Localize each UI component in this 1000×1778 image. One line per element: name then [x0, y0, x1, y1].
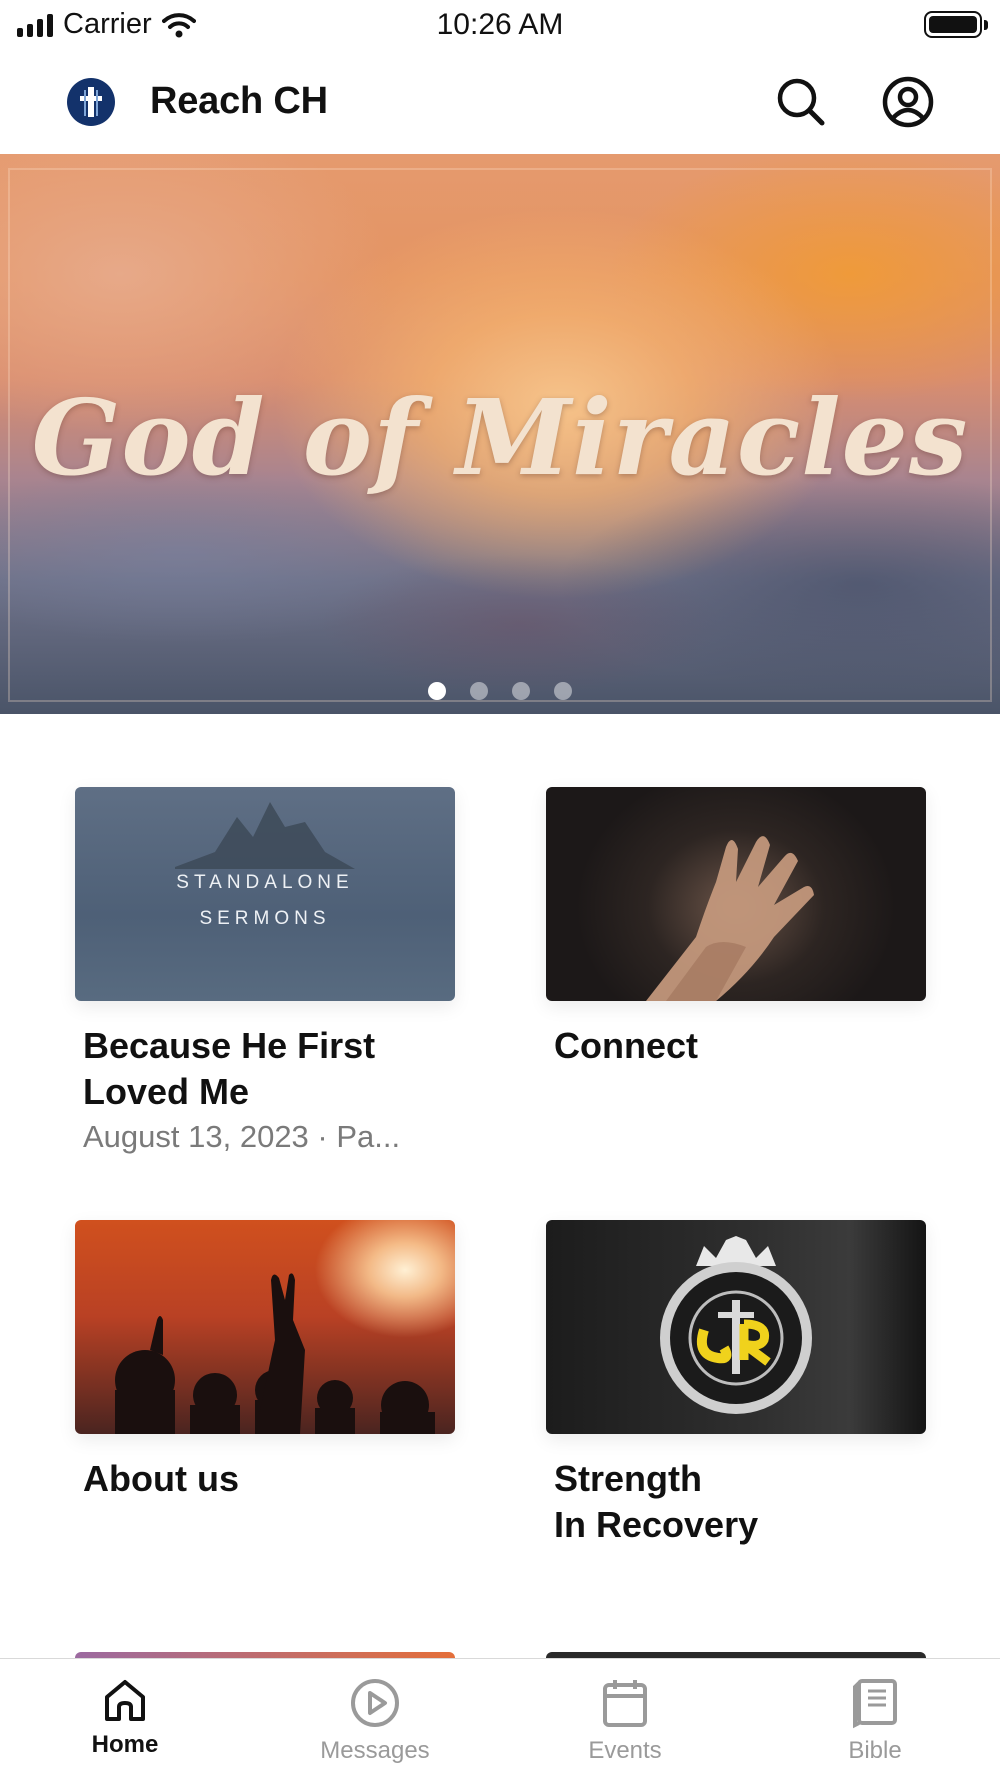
- carousel-dot[interactable]: [554, 682, 572, 700]
- calendar-icon: [603, 1680, 647, 1727]
- carousel-dot[interactable]: [512, 682, 530, 700]
- tab-label: Bible: [848, 1737, 902, 1764]
- tab-label: Home: [91, 1731, 159, 1758]
- tab-bible[interactable]: Bible: [750, 1659, 1000, 1778]
- card-title: Strength In Recovery: [554, 1458, 759, 1545]
- tab-label: Events: [588, 1737, 662, 1764]
- account-icon: [882, 76, 934, 128]
- card-image: [546, 787, 926, 1001]
- hero-title: God of Miracles: [31, 376, 969, 499]
- hero-carousel[interactable]: God of Miracles: [0, 154, 1000, 714]
- home-icon: [105, 1680, 145, 1721]
- image-text: STANDALONE: [176, 872, 354, 893]
- card-image: [75, 1220, 455, 1434]
- app-header: Reach CH: [0, 50, 1000, 154]
- card-subtitle: August 13, 2023 · Pa...: [83, 1119, 401, 1154]
- hand-image: [646, 836, 814, 1001]
- carousel-dot[interactable]: [470, 682, 488, 700]
- search-icon: [777, 78, 825, 126]
- app-title: Reach CH: [150, 80, 328, 122]
- image-text: SERMONS: [199, 908, 331, 929]
- card-title: Connect: [554, 1025, 698, 1066]
- battery-icon: [924, 11, 988, 38]
- carousel-dot[interactable]: [428, 682, 446, 700]
- tab-bar: Home Messages Events Bible: [0, 1658, 1000, 1778]
- carousel-dots: [0, 682, 1000, 700]
- card-sermon[interactable]: STANDALONE SERMONS Because He First Love…: [75, 787, 455, 1157]
- card-connect[interactable]: Connect: [546, 787, 926, 1069]
- strength-in-recovery-logo: [660, 1236, 812, 1414]
- account-button[interactable]: [880, 74, 936, 130]
- card-image: [546, 1220, 926, 1434]
- card-strength-in-recovery[interactable]: Strength In Recovery: [546, 1220, 926, 1548]
- card-title: Because He First Loved Me: [83, 1025, 376, 1112]
- crowd-image: [115, 1273, 435, 1434]
- play-icon: [351, 1679, 399, 1727]
- status-time: 10:26 AM: [436, 8, 564, 41]
- card-title: About us: [83, 1458, 239, 1499]
- cross-logo-icon: [67, 78, 115, 126]
- card-image: STANDALONE SERMONS: [75, 787, 455, 1001]
- tab-events[interactable]: Events: [500, 1659, 750, 1778]
- card-about-us[interactable]: About us: [75, 1220, 455, 1502]
- search-button[interactable]: [773, 74, 829, 130]
- book-icon: [853, 1679, 897, 1729]
- tab-messages[interactable]: Messages: [250, 1659, 500, 1778]
- tab-label: Messages: [320, 1737, 430, 1764]
- status-bar: Carrier 10:26 AM: [0, 0, 1000, 50]
- tab-home[interactable]: Home: [0, 1659, 250, 1778]
